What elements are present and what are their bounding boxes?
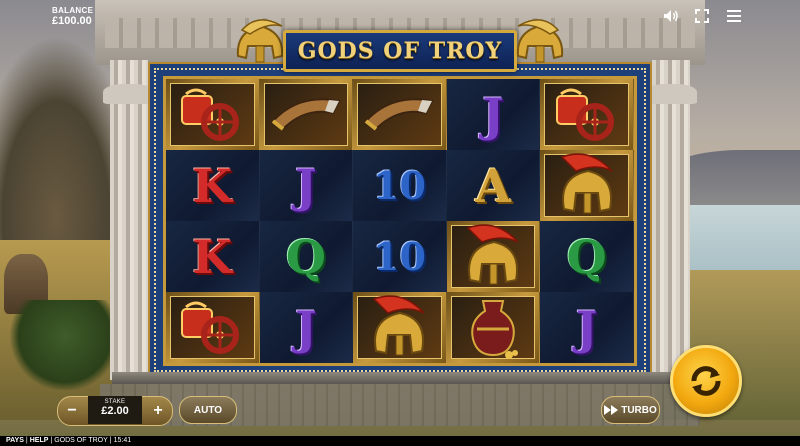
stake-value: £2.00	[101, 405, 129, 417]
helmet-icon	[550, 152, 624, 219]
horn-icon	[269, 91, 343, 139]
game-logo: GODS OF TROY	[283, 30, 517, 72]
reel-symbol-j: J	[540, 292, 634, 363]
reel-symbol-letter: 10	[373, 233, 426, 279]
turbo-button[interactable]: TURBO	[601, 396, 660, 424]
stake-display: STAKE £2.00	[88, 396, 142, 424]
reel-symbol-chariot	[166, 292, 260, 363]
reel-symbol-chariot	[166, 79, 260, 150]
speaker-icon[interactable]	[662, 8, 680, 24]
reel-symbol-k: K	[166, 150, 260, 221]
reel-symbol-letter: J	[295, 300, 317, 355]
chariot-icon	[551, 86, 623, 144]
reel-symbol-j: J	[259, 292, 354, 363]
reel-symbol-letter: J	[482, 87, 504, 142]
reel-symbol-letter: K	[192, 229, 233, 284]
pillar-left	[110, 60, 148, 380]
reel-symbol-helmet	[540, 150, 634, 221]
reel-symbol-chariot	[540, 79, 634, 150]
footer-separator: |	[109, 437, 112, 444]
reel-symbol-letter: J	[295, 158, 317, 213]
help-link[interactable]: HELP	[30, 437, 49, 444]
stake-increase-button[interactable]: +	[144, 397, 172, 425]
reel-symbol-j: J	[446, 79, 541, 150]
reel-symbol-a: A	[446, 150, 541, 221]
menu-icon[interactable]	[725, 8, 743, 24]
auto-button[interactable]: AUTO	[179, 396, 237, 424]
balance-display: BALANCE £100.00	[52, 6, 93, 27]
reel-symbol-10: 10	[353, 221, 447, 292]
chariot-icon	[176, 299, 248, 357]
reel-symbol-letter: Q	[566, 229, 607, 284]
game-title: GODS OF TROY	[297, 38, 503, 64]
reel-symbol-letter: Q	[285, 229, 326, 284]
reel-symbol-q: Q	[540, 221, 634, 292]
fast-forward-icon	[604, 405, 619, 415]
fullscreen-icon[interactable]	[693, 8, 711, 24]
stake-decrease-button[interactable]: −	[58, 397, 86, 425]
reel-symbol-helmet	[353, 292, 447, 363]
vase-icon	[463, 297, 523, 359]
balance-value: £100.00	[52, 15, 92, 27]
pillar-capital-right	[645, 84, 697, 104]
reel-symbol-q: Q	[259, 221, 354, 292]
turbo-label: TURBO	[621, 404, 657, 416]
chariot-icon	[176, 86, 248, 144]
helmet-icon	[456, 223, 530, 290]
reel-symbol-letter: 10	[373, 162, 426, 208]
reel-symbol-helmet	[446, 221, 541, 292]
spin-icon	[691, 366, 721, 396]
reel-symbol-k: K	[166, 221, 260, 292]
reel-symbol-letter: A	[475, 158, 511, 213]
reel-symbol-10: 10	[353, 150, 447, 221]
footer-time: 15:41	[113, 437, 132, 444]
reel-symbol-horn	[259, 79, 354, 150]
tree-image	[10, 300, 120, 390]
pillar-right	[652, 60, 690, 380]
footer-separator: |	[25, 437, 28, 444]
footer-bar: PAYS | HELP | GODS OF TROY | 15:41	[0, 436, 800, 446]
footer-game-name: GODS OF TROY	[54, 437, 108, 444]
horn-icon	[362, 91, 436, 139]
balance-label: BALANCE	[52, 6, 94, 15]
spin-button[interactable]	[670, 345, 742, 417]
reel-symbol-j: J	[259, 150, 354, 221]
helmet-icon	[362, 294, 436, 361]
reel-symbol-letter: J	[575, 300, 598, 355]
footer-separator: |	[50, 437, 53, 444]
pays-link[interactable]: PAYS	[6, 437, 24, 444]
reel-grid: J K J 10 A K Q 10 Q J J	[163, 76, 637, 366]
helmet-logo-icon	[516, 19, 564, 63]
temple-base	[112, 372, 690, 384]
reel-symbol-horn	[353, 79, 447, 150]
reel-symbol-vase	[446, 292, 541, 363]
reel-symbol-letter: K	[192, 158, 233, 213]
